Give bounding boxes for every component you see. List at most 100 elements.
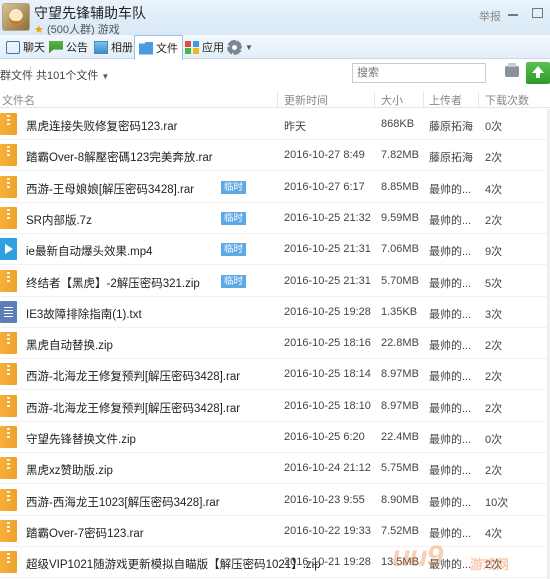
file-name[interactable]: 西游-北海龙王修复预判[解压密码3428].rar (26, 400, 240, 416)
file-uploader: 最帅的... (429, 402, 472, 415)
file-downloads: 2次 (485, 402, 503, 415)
file-downloads: 3次 (485, 308, 503, 321)
file-name[interactable]: 踏霸Over-7密码123.rar (26, 525, 144, 541)
archive-file-icon (0, 519, 17, 542)
file-row[interactable]: 西游-西海龙王1023[解压密码3428].rar 2016-10-23 9:55… (0, 485, 550, 516)
file-downloads: 2次 (485, 152, 503, 165)
text-file-icon (0, 300, 17, 323)
archive-file-icon (0, 175, 17, 198)
file-name[interactable]: 西游-王母娘娘[解压密码3428].rar (26, 181, 194, 197)
app-icon (185, 40, 199, 54)
album-icon (94, 40, 108, 54)
file-time: 2016-10-27 8:49 (284, 149, 365, 162)
file-uploader: 最帅的... (429, 496, 472, 509)
archive-file-icon (0, 269, 17, 292)
archive-file-icon (0, 144, 17, 167)
file-size: 868KB (381, 118, 415, 130)
file-name[interactable]: 守望先锋替换文件.zip (26, 431, 136, 447)
file-downloads: 2次 (485, 371, 503, 384)
minimize-icon[interactable] (506, 6, 520, 18)
file-downloads: 5次 (485, 277, 503, 290)
file-uploader: 最帅的... (429, 527, 472, 540)
tab-chat[interactable]: 聊天 (2, 35, 49, 59)
file-time: 昨天 (284, 121, 306, 133)
divider (277, 92, 278, 108)
group-tab-bar: 聊天 公告 相册 文件 应用 ▼ (0, 35, 550, 60)
temporary-badge: 临时 (221, 211, 247, 225)
notice-icon (49, 40, 63, 54)
file-name[interactable]: 黑虎自动替换.zip (26, 337, 113, 353)
file-size: 7.06MB (381, 243, 419, 256)
file-row[interactable]: ie最新自动爆头效果.mp4 2016-10-25 21:31 7.06MB 最帅的.… (0, 234, 550, 266)
divider (423, 92, 424, 108)
tab-apps[interactable]: 应用 (181, 35, 228, 59)
file-uploader: 藤原拓海 (429, 152, 473, 165)
file-row[interactable]: 黑虎xz赞助版.zip 2016-10-24 21:12 5.75MB 最帅的... 2… (0, 453, 550, 485)
watermark-logo: uu9 (392, 540, 443, 573)
file-row[interactable]: 踏霸Over-8解壓密碼123完美奔放.rar 2016-10-27 8:49 7.… (0, 140, 550, 172)
file-name[interactable]: SR内部版.7z (26, 212, 92, 228)
file-row[interactable]: 超级VIP1021随游戏更新模拟自瞄版【解压密码1021】.zip 2016-10… (0, 547, 550, 579)
column-time[interactable]: 更新时间 (284, 92, 328, 108)
file-row[interactable]: 黑虎连接失败修复密码123.rar 昨天 868KB 藤原拓海 0次 (0, 109, 550, 140)
file-name[interactable]: 黑虎连接失败修复密码123.rar (26, 118, 177, 134)
tab-label: 应用 (202, 42, 224, 54)
tab-notice[interactable]: 公告 (45, 35, 92, 59)
file-name[interactable]: 西游-北海龙王修复预判[解压密码3428].rar (26, 368, 240, 384)
file-row[interactable]: 黑虎自动替换.zip 2016-10-25 18:16 22.8MB 最帅的... 2次 (0, 328, 550, 360)
file-name[interactable]: ie最新自动爆头效果.mp4 (26, 243, 153, 259)
file-time: 2016-10-25 18:14 (284, 368, 371, 381)
report-link[interactable]: 举报 (479, 8, 501, 24)
chevron-down-icon: ▼ (101, 72, 110, 81)
archive-file-icon (0, 551, 17, 574)
file-row[interactable]: 踏霸Over-7密码123.rar 2016-10-22 19:33 7.52MB 最… (0, 516, 550, 547)
folder-icon (139, 41, 153, 55)
file-row[interactable]: 西游-王母娘娘[解压密码3428].rar 2016-10-27 6:17 8.85… (0, 172, 550, 203)
file-size: 5.75MB (381, 462, 419, 475)
file-name[interactable]: 踏霸Over-8解壓密碼123完美奔放.rar (26, 149, 213, 165)
temporary-badge: 临时 (221, 274, 247, 288)
archive-file-icon (0, 332, 17, 355)
column-downloads[interactable]: 下载次数 (485, 92, 529, 108)
file-downloads: 10次 (485, 496, 509, 509)
group-avatar[interactable] (2, 3, 30, 31)
file-count-dropdown[interactable]: 共101个文件 ▼ (36, 67, 109, 83)
file-row[interactable]: IE3故障排除指南(1).txt 2016-10-25 19:28 1.35KB 最帅… (0, 297, 550, 328)
upload-button[interactable] (526, 62, 550, 84)
archive-file-icon (0, 206, 17, 229)
file-size: 7.52MB (381, 524, 419, 537)
column-size[interactable]: 大小 (381, 92, 403, 108)
file-downloads: 2次 (485, 465, 503, 478)
tab-files[interactable]: 文件 (134, 35, 183, 60)
file-time: 2016-10-25 6:20 (284, 431, 365, 443)
column-name[interactable]: 文件名 (2, 92, 35, 108)
file-row[interactable]: 终结者【黑虎】-2解压密码321.zip 2016-10-25 21:31 5.70… (0, 266, 550, 297)
archive-file-icon (0, 363, 17, 386)
file-time: 2016-10-25 18:10 (284, 399, 371, 412)
tab-album[interactable]: 相册 (90, 35, 137, 59)
group-files-label[interactable]: 群文件 (0, 67, 33, 83)
file-downloads: 0次 (485, 121, 503, 133)
file-name[interactable]: 黑虎xz赞助版.zip (26, 462, 113, 478)
file-row[interactable]: SR内部版.7z 2016-10-25 21:32 9.59MB 最帅的... 2次 临时 (0, 203, 550, 234)
print-icon[interactable] (505, 63, 519, 77)
file-row[interactable]: 守望先锋替换文件.zip 2016-10-25 6:20 22.4MB 最帅的... 0… (0, 422, 550, 453)
file-name[interactable]: 终结者【黑虎】-2解压密码321.zip (26, 275, 200, 291)
file-name[interactable]: 超级VIP1021随游戏更新模拟自瞄版【解压密码1021】.zip (26, 556, 321, 572)
file-name[interactable]: 西游-西海龙王1023[解压密码3428].rar (26, 494, 220, 510)
watermark-text: 游戏网 (470, 557, 510, 572)
file-name[interactable]: IE3故障排除指南(1).txt (26, 306, 142, 322)
window-titlebar: 守望先锋辅助车队 ★ (500人群) 游戏 举报 (0, 0, 550, 36)
column-uploader[interactable]: 上传者 (429, 92, 462, 108)
maximize-icon[interactable] (530, 6, 544, 18)
file-row[interactable]: 西游-北海龙王修复预判[解压密码3428].rar 2016-10-25 18:1… (0, 391, 550, 422)
file-size: 8.97MB (381, 399, 419, 412)
settings-menu[interactable]: ▼ (223, 35, 257, 59)
file-size: 8.97MB (381, 368, 419, 381)
file-uploader: 最帅的... (429, 308, 472, 321)
file-size: 8.90MB (381, 493, 419, 506)
file-row[interactable]: 西游-北海龙王修复预判[解压密码3428].rar 2016-10-25 18:1… (0, 359, 550, 391)
file-size: 22.4MB (381, 431, 419, 443)
file-time: 2016-10-27 6:17 (284, 180, 365, 193)
search-input[interactable] (352, 63, 486, 83)
